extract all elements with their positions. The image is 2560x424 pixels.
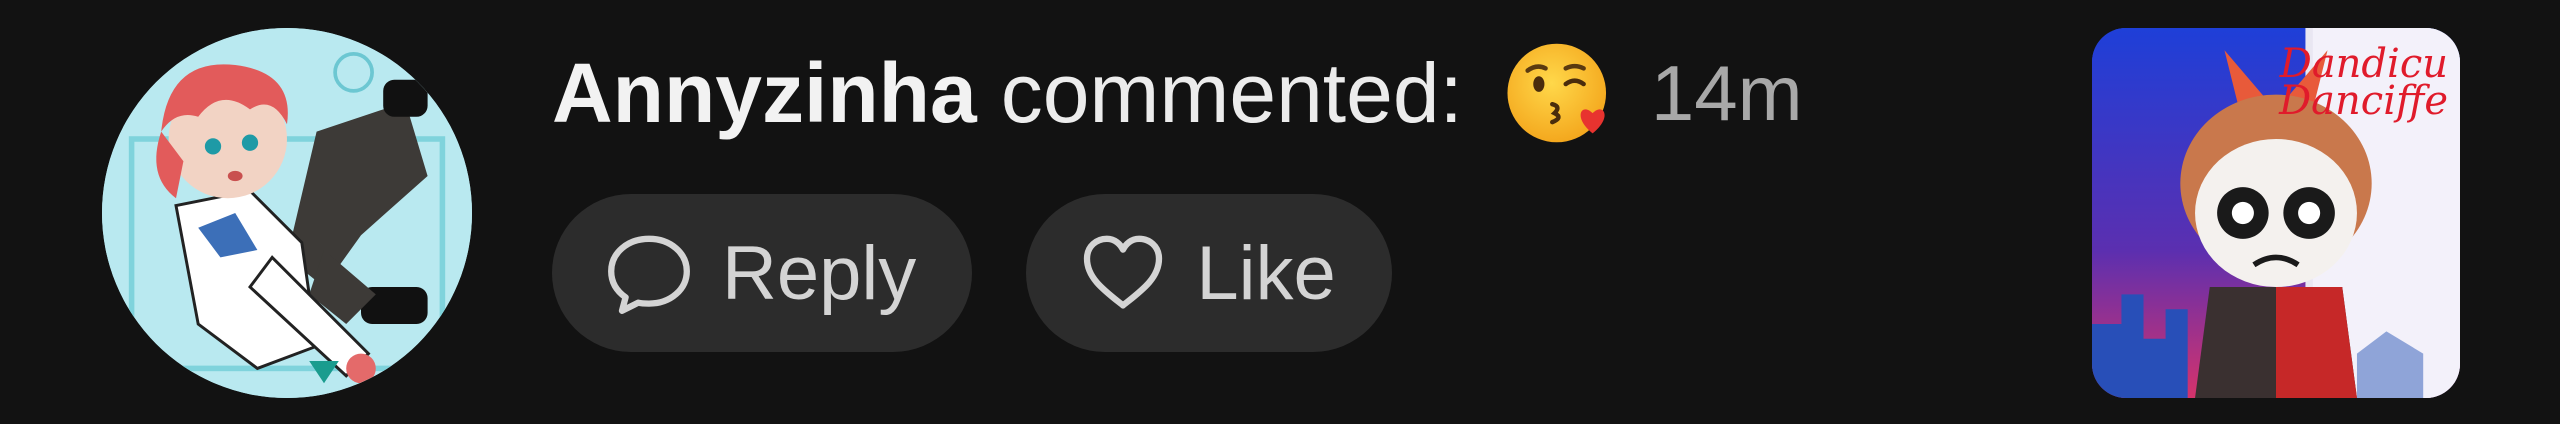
timestamp: 14m [1650,49,1803,137]
avatar[interactable] [102,28,472,398]
notification-row[interactable]: Annyzinha commented: 14m Reply Like Dand… [0,0,2560,424]
reply-button[interactable]: Reply [552,194,973,352]
thumbnail-caption-line-2: Danciffe [2279,77,2448,124]
notification-content: Annyzinha commented: 14m Reply Like [552,18,2052,352]
like-label: Like [1196,230,1336,316]
kiss-emoji-icon [1503,37,1615,149]
avatar-illustration [102,28,472,398]
notification-headline: Annyzinha commented: 14m [552,18,2052,168]
post-thumbnail[interactable]: Dandicu Danciffe [2092,28,2460,398]
notification-action: commented: [1000,46,1463,140]
heart-outline-icon [1078,228,1168,318]
author-name[interactable]: Annyzinha [552,51,977,135]
speech-bubble-icon [604,228,694,318]
like-button[interactable]: Like [1026,194,1392,352]
reply-label: Reply [722,230,917,316]
thumbnail-caption: Dandicu Danciffe [2279,44,2448,124]
action-buttons: Reply Like [552,194,1392,352]
